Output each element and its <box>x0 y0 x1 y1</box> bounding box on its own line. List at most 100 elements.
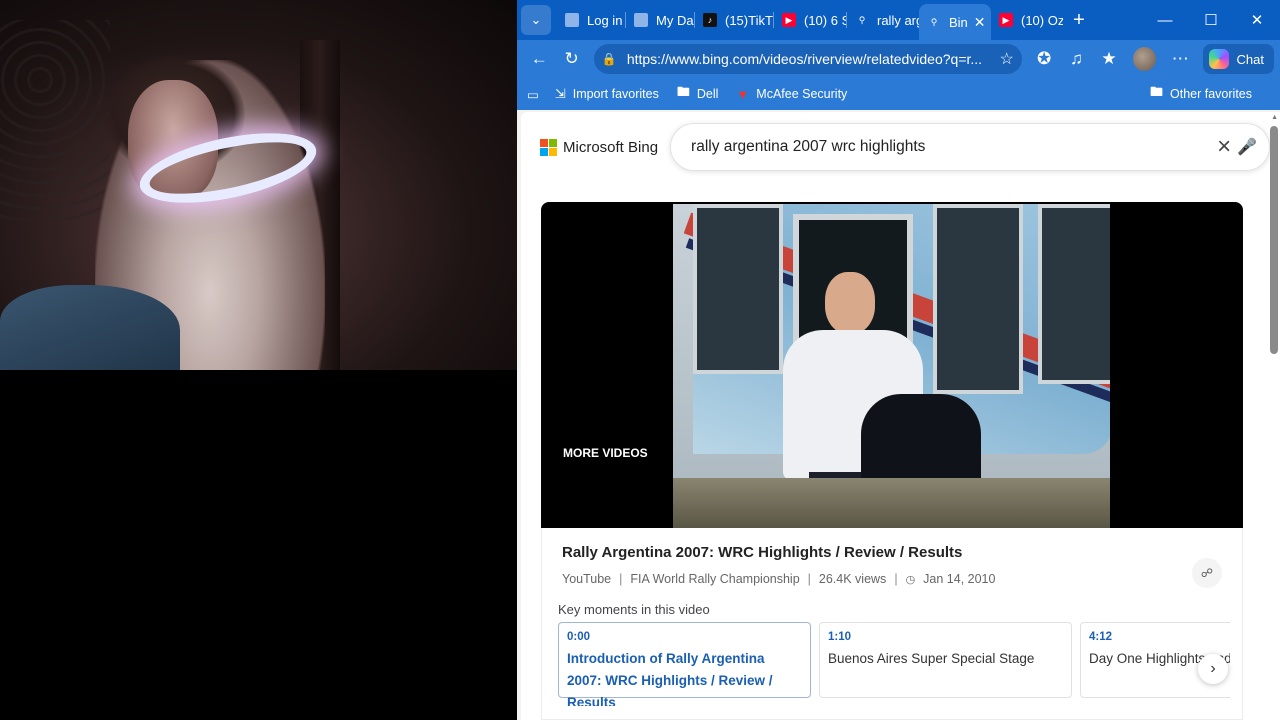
tab-actions-menu-button[interactable]: ⌄ <box>521 5 551 35</box>
window-controls: — ☐ ✕ <box>1142 0 1280 40</box>
favorites-button[interactable]: ★ <box>1093 44 1125 74</box>
meta-divider: | <box>807 572 811 586</box>
search-icon: ⚲ <box>858 14 866 25</box>
blanket <box>0 285 180 370</box>
ellipsis-icon: ⋯ <box>1171 49 1189 68</box>
video-player[interactable]: MORE VIDEOS <box>541 202 1243 528</box>
new-tab-button[interactable]: + <box>1063 9 1095 32</box>
search-query[interactable]: rally argentina 2007 wrc highlights <box>691 138 1217 156</box>
lock-icon: 🔒 <box>601 52 617 66</box>
more-videos-button[interactable]: MORE VIDEOS <box>563 446 648 460</box>
other-favorites[interactable]: 🖿 Other favorites <box>1150 83 1252 105</box>
tab-label: My Das <box>656 12 694 28</box>
profile-avatar[interactable] <box>1133 47 1157 71</box>
favorite-label: Dell <box>696 87 719 101</box>
tab-rally-search[interactable]: ⚲ rally arg <box>847 4 919 36</box>
puzzle-icon: ✪ <box>1036 49 1052 68</box>
tab-label: (10) Oz <box>1021 12 1063 28</box>
headboard <box>0 20 110 220</box>
save-video-button[interactable]: ☍ <box>1192 558 1222 588</box>
tab-bing-active[interactable]: ⚲ Bin ✕ <box>919 4 991 40</box>
bing-header: Microsoft Bing rally argentina 2007 wrc … <box>521 112 1280 182</box>
page-icon <box>634 13 648 27</box>
favorite-mcafee[interactable]: ▼ McAfee Security <box>736 87 847 102</box>
tab-label: Log in - <box>587 12 625 28</box>
favbar-collapse-button[interactable]: ▭ <box>527 87 539 102</box>
favorites-icon: ★ <box>1101 49 1117 68</box>
bus-window <box>933 204 1023 394</box>
key-moment-card[interactable]: 1:10 Buenos Aires Super Special Stage <box>819 622 1072 698</box>
key-moments-title: Key moments in this video <box>558 602 710 617</box>
meta-divider: | <box>619 572 623 586</box>
favorite-label: McAfee Security <box>756 87 848 101</box>
moment-time: 4:12 <box>1089 631 1113 643</box>
media-button[interactable]: ♫ <box>1060 44 1092 74</box>
minimize-icon[interactable]: — <box>1142 0 1188 40</box>
close-tab-icon[interactable]: ✕ <box>974 14 986 31</box>
tiktok-icon: ♪ <box>703 13 717 27</box>
video-source: YouTube <box>562 572 612 586</box>
address-bar[interactable]: 🔒 https://www.bing.com/videos/riverview/… <box>593 44 1022 74</box>
tab-dashboard[interactable]: My Das <box>626 4 694 36</box>
copilot-icon <box>1208 49 1229 69</box>
clock-icon: ◷ <box>905 573 916 586</box>
tab-login[interactable]: Log in - <box>557 4 625 36</box>
favorite-dell[interactable]: 🖿 Dell <box>677 83 719 105</box>
chat-label: Chat <box>1236 51 1264 67</box>
search-box[interactable]: rally argentina 2007 wrc highlights × 🎤 <box>670 123 1271 171</box>
copilot-chat-button[interactable]: Chat <box>1202 44 1274 74</box>
meta-divider: | <box>894 572 898 586</box>
microsoft-logo-icon <box>540 138 557 156</box>
import-icon: ⇲ <box>554 86 566 101</box>
tab-youtube-2[interactable]: ▶ (10) Oz <box>991 4 1063 36</box>
next-moments-button[interactable]: › <box>1198 654 1228 684</box>
navigation-toolbar: ← ↻ 🔒 https://www.bing.com/videos/riverv… <box>517 40 1280 78</box>
bing-page: Microsoft Bing rally argentina 2007 wrc … <box>521 112 1280 720</box>
moment-time: 0:00 <box>567 631 591 643</box>
url-text: https://www.bing.com/videos/riverview/re… <box>626 51 983 67</box>
driver-head <box>825 272 875 334</box>
extensions-button[interactable]: ✪ <box>1028 44 1060 74</box>
webcam-overlay <box>0 0 517 370</box>
video-title[interactable]: Rally Argentina 2007: WRC Highlights / R… <box>562 544 962 561</box>
other-favorites-label: Other favorites <box>1170 87 1252 101</box>
microphone-icon[interactable]: 🎤 <box>1237 137 1257 157</box>
tab-tiktok[interactable]: ♪ (15)TikT <box>695 4 773 36</box>
refresh-button[interactable]: ↻ <box>555 44 587 74</box>
youtube-icon: ▶ <box>782 13 796 27</box>
more-menu-button[interactable]: ⋯ <box>1164 44 1196 74</box>
favorite-import[interactable]: ⇲ Import favorites <box>555 86 659 102</box>
bus-window <box>693 204 783 374</box>
moment-label: Introduction of Rally Argentina 2007: WR… <box>567 651 773 706</box>
favorites-bar: ▭ ⇲ Import favorites 🖿 Dell ▼ McAfee Sec… <box>517 78 1280 110</box>
music-note-icon: ♫ <box>1070 49 1083 68</box>
scroll-up-icon[interactable]: ▲ <box>1271 114 1278 121</box>
clear-icon[interactable]: × <box>1217 133 1231 161</box>
key-moment-card[interactable]: 0:00 Introduction of Rally Argentina 200… <box>558 622 811 706</box>
favorite-star-icon[interactable]: ☆ <box>1000 49 1014 69</box>
back-arrow-icon: ← <box>530 49 548 68</box>
bing-logo[interactable]: Microsoft Bing <box>540 138 659 156</box>
search-icon: ⚲ <box>930 16 938 27</box>
close-icon[interactable]: ✕ <box>1234 0 1280 40</box>
brand-label: Microsoft Bing <box>563 138 659 156</box>
maximize-icon[interactable]: ☐ <box>1188 0 1234 40</box>
browser-window: ⌄ Log in - My Das ♪ (15)TikT ▶ (10) 6 S … <box>517 0 1280 720</box>
moment-time: 1:10 <box>828 631 852 643</box>
back-button[interactable]: ← <box>523 44 555 74</box>
moment-label: Buenos Aires Super Special Stage <box>828 651 1035 666</box>
youtube-icon: ▶ <box>999 13 1013 27</box>
tab-youtube-1[interactable]: ▶ (10) 6 S <box>774 4 846 36</box>
video-channel[interactable]: FIA World Rally Championship <box>630 572 799 586</box>
save-icon: ☍ <box>1200 566 1214 580</box>
bus-window <box>1038 204 1110 384</box>
chevron-right-icon: › <box>1210 660 1216 677</box>
scrollbar-thumb[interactable] <box>1270 126 1278 354</box>
video-info-panel: Rally Argentina 2007: WRC Highlights / R… <box>541 528 1243 720</box>
favorite-label: Import favorites <box>572 87 659 101</box>
tablet-icon: ▭ <box>527 87 539 102</box>
key-moments-list: 0:00 Introduction of Rally Argentina 200… <box>558 622 1230 706</box>
video-frame[interactable] <box>673 204 1110 528</box>
ground <box>673 478 1110 528</box>
video-views: 26.4K views <box>818 572 887 586</box>
